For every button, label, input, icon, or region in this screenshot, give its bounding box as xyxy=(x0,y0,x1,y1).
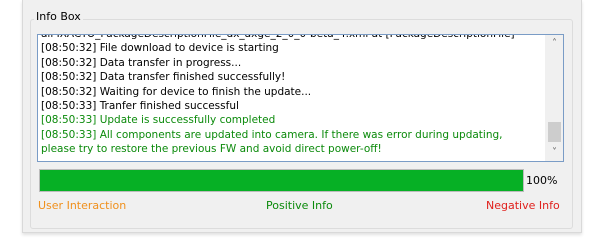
progress-bar xyxy=(39,169,524,192)
log-scrollbar[interactable]: ˄ ˅ xyxy=(545,35,563,161)
log-line: [08:50:32] Data transfer finished succes… xyxy=(41,71,286,84)
chevron-down-icon[interactable]: ˅ xyxy=(546,144,563,161)
progress-fill xyxy=(40,170,523,191)
log-line: ali IXACYO_PackageDescriptionFile_dx_axg… xyxy=(41,34,515,40)
log-lines: ali IXACYO_PackageDescriptionFile_dx_axg… xyxy=(41,34,541,157)
chevron-up-icon[interactable]: ˄ xyxy=(546,35,563,52)
log-line: [08:50:33] Tranfer finished successful xyxy=(41,100,239,113)
legend-positive-info: Positive Info xyxy=(266,199,333,212)
log-line: [08:50:32] Waiting for device to finish … xyxy=(41,85,312,98)
update-window: Info Box ali IXACYO_PackageDescriptionFi… xyxy=(22,0,582,233)
log-line: [08:50:32] File download to device is st… xyxy=(41,42,279,55)
legend-user-interaction: User Interaction xyxy=(38,199,127,212)
scroll-thumb[interactable] xyxy=(548,122,561,142)
log-line: [08:50:33] All components are updated in… xyxy=(41,128,503,141)
progress-percent: 100% xyxy=(526,174,558,187)
info-box-title: Info Box xyxy=(34,10,83,24)
log-textbox[interactable]: ali IXACYO_PackageDescriptionFile_dx_axg… xyxy=(37,34,564,162)
legend-negative-info: Negative Info xyxy=(486,199,560,212)
log-line: [08:50:33] Update is successfully comple… xyxy=(41,114,276,127)
log-line: [08:50:32] Data transfer in progress... xyxy=(41,56,242,69)
log-line: please try to restore the previous FW an… xyxy=(41,143,382,156)
